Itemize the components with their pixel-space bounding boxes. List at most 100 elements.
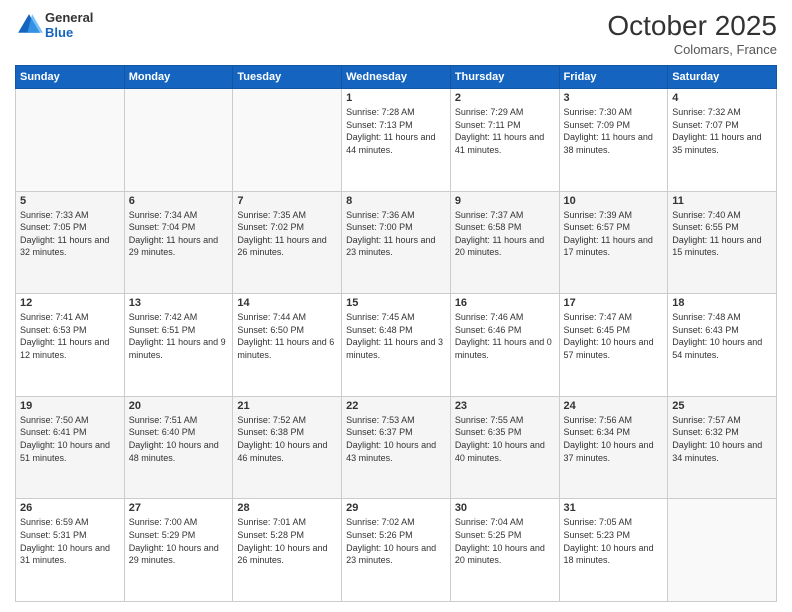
sunrise-text: Sunrise: 7:47 AM [564,312,633,322]
sunset-text: Sunset: 7:07 PM [672,120,739,130]
sunrise-text: Sunrise: 7:56 AM [564,415,633,425]
sunrise-text: Sunrise: 7:51 AM [129,415,198,425]
day-number: 26 [20,502,120,514]
page: General Blue October 2025 Colomars, Fran… [0,0,792,612]
cell-info: Sunrise: 7:37 AM Sunset: 6:58 PM Dayligh… [455,209,555,259]
cell-1-1: 6 Sunrise: 7:34 AM Sunset: 7:04 PM Dayli… [124,191,233,294]
logo-text: General Blue [45,10,93,40]
day-number: 11 [672,195,772,207]
cell-info: Sunrise: 7:51 AM Sunset: 6:40 PM Dayligh… [129,414,229,464]
sunrise-text: Sunrise: 7:42 AM [129,312,198,322]
cell-3-0: 19 Sunrise: 7:50 AM Sunset: 6:41 PM Dayl… [16,396,125,499]
sunset-text: Sunset: 6:58 PM [455,222,522,232]
day-number: 1 [346,92,446,104]
daylight-text: Daylight: 11 hours and 29 minutes. [129,235,218,258]
cell-0-1 [124,89,233,192]
cell-info: Sunrise: 7:55 AM Sunset: 6:35 PM Dayligh… [455,414,555,464]
sunset-text: Sunset: 6:51 PM [129,325,196,335]
sunrise-text: Sunrise: 7:36 AM [346,210,415,220]
cell-2-2: 14 Sunrise: 7:44 AM Sunset: 6:50 PM Dayl… [233,294,342,397]
sunrise-text: Sunrise: 7:02 AM [346,517,415,527]
daylight-text: Daylight: 11 hours and 12 minutes. [20,337,109,360]
day-number: 22 [346,400,446,412]
daylight-text: Daylight: 11 hours and 32 minutes. [20,235,109,258]
col-sunday: Sunday [16,66,125,89]
week-row-1: 5 Sunrise: 7:33 AM Sunset: 7:05 PM Dayli… [16,191,777,294]
cell-2-5: 17 Sunrise: 7:47 AM Sunset: 6:45 PM Dayl… [559,294,668,397]
cell-info: Sunrise: 7:47 AM Sunset: 6:45 PM Dayligh… [564,311,664,361]
sunrise-text: Sunrise: 7:53 AM [346,415,415,425]
cell-2-3: 15 Sunrise: 7:45 AM Sunset: 6:48 PM Dayl… [342,294,451,397]
sunset-text: Sunset: 5:31 PM [20,530,87,540]
cell-4-2: 28 Sunrise: 7:01 AM Sunset: 5:28 PM Dayl… [233,499,342,602]
sunset-text: Sunset: 6:45 PM [564,325,631,335]
day-number: 4 [672,92,772,104]
sunset-text: Sunset: 7:11 PM [455,120,521,130]
sunrise-text: Sunrise: 7:01 AM [237,517,306,527]
sunrise-text: Sunrise: 7:57 AM [672,415,741,425]
day-number: 9 [455,195,555,207]
col-saturday: Saturday [668,66,777,89]
sunset-text: Sunset: 7:04 PM [129,222,196,232]
daylight-text: Daylight: 11 hours and 38 minutes. [564,132,653,155]
cell-4-4: 30 Sunrise: 7:04 AM Sunset: 5:25 PM Dayl… [450,499,559,602]
month-title: October 2025 [607,10,777,42]
cell-info: Sunrise: 6:59 AM Sunset: 5:31 PM Dayligh… [20,516,120,566]
sunset-text: Sunset: 5:28 PM [237,530,304,540]
sunrise-text: Sunrise: 7:45 AM [346,312,415,322]
week-row-0: 1 Sunrise: 7:28 AM Sunset: 7:13 PM Dayli… [16,89,777,192]
cell-1-5: 10 Sunrise: 7:39 AM Sunset: 6:57 PM Dayl… [559,191,668,294]
calendar-body: 1 Sunrise: 7:28 AM Sunset: 7:13 PM Dayli… [16,89,777,602]
sunset-text: Sunset: 6:41 PM [20,427,87,437]
sunset-text: Sunset: 7:09 PM [564,120,631,130]
sunrise-text: Sunrise: 7:52 AM [237,415,306,425]
daylight-text: Daylight: 10 hours and 48 minutes. [129,440,219,463]
daylight-text: Daylight: 10 hours and 46 minutes. [237,440,327,463]
logo: General Blue [15,10,93,40]
sunset-text: Sunset: 6:40 PM [129,427,196,437]
daylight-text: Daylight: 10 hours and 51 minutes. [20,440,110,463]
sunset-text: Sunset: 6:35 PM [455,427,522,437]
daylight-text: Daylight: 11 hours and 20 minutes. [455,235,544,258]
day-number: 23 [455,400,555,412]
sunrise-text: Sunrise: 7:46 AM [455,312,524,322]
cell-info: Sunrise: 7:52 AM Sunset: 6:38 PM Dayligh… [237,414,337,464]
day-number: 18 [672,297,772,309]
day-number: 31 [564,502,664,514]
daylight-text: Daylight: 11 hours and 41 minutes. [455,132,544,155]
sunset-text: Sunset: 7:02 PM [237,222,304,232]
col-tuesday: Tuesday [233,66,342,89]
sunset-text: Sunset: 7:13 PM [346,120,413,130]
sunset-text: Sunset: 5:26 PM [346,530,413,540]
cell-4-0: 26 Sunrise: 6:59 AM Sunset: 5:31 PM Dayl… [16,499,125,602]
col-thursday: Thursday [450,66,559,89]
day-number: 3 [564,92,664,104]
cell-info: Sunrise: 7:29 AM Sunset: 7:11 PM Dayligh… [455,106,555,156]
day-number: 8 [346,195,446,207]
day-number: 7 [237,195,337,207]
day-number: 19 [20,400,120,412]
daylight-text: Daylight: 10 hours and 29 minutes. [129,543,219,566]
sunrise-text: Sunrise: 7:29 AM [455,107,524,117]
cell-3-2: 21 Sunrise: 7:52 AM Sunset: 6:38 PM Dayl… [233,396,342,499]
cell-info: Sunrise: 7:48 AM Sunset: 6:43 PM Dayligh… [672,311,772,361]
sunset-text: Sunset: 6:37 PM [346,427,413,437]
week-row-3: 19 Sunrise: 7:50 AM Sunset: 6:41 PM Dayl… [16,396,777,499]
daylight-text: Daylight: 10 hours and 37 minutes. [564,440,654,463]
sunrise-text: Sunrise: 7:32 AM [672,107,741,117]
cell-1-6: 11 Sunrise: 7:40 AM Sunset: 6:55 PM Dayl… [668,191,777,294]
sunrise-text: Sunrise: 7:05 AM [564,517,633,527]
col-wednesday: Wednesday [342,66,451,89]
sunset-text: Sunset: 6:34 PM [564,427,631,437]
cell-info: Sunrise: 7:42 AM Sunset: 6:51 PM Dayligh… [129,311,229,361]
cell-info: Sunrise: 7:28 AM Sunset: 7:13 PM Dayligh… [346,106,446,156]
calendar: Sunday Monday Tuesday Wednesday Thursday… [15,65,777,602]
cell-info: Sunrise: 7:34 AM Sunset: 7:04 PM Dayligh… [129,209,229,259]
sunrise-text: Sunrise: 7:28 AM [346,107,415,117]
cell-info: Sunrise: 7:01 AM Sunset: 5:28 PM Dayligh… [237,516,337,566]
day-number: 5 [20,195,120,207]
header-row: Sunday Monday Tuesday Wednesday Thursday… [16,66,777,89]
day-number: 13 [129,297,229,309]
cell-info: Sunrise: 7:53 AM Sunset: 6:37 PM Dayligh… [346,414,446,464]
day-number: 12 [20,297,120,309]
